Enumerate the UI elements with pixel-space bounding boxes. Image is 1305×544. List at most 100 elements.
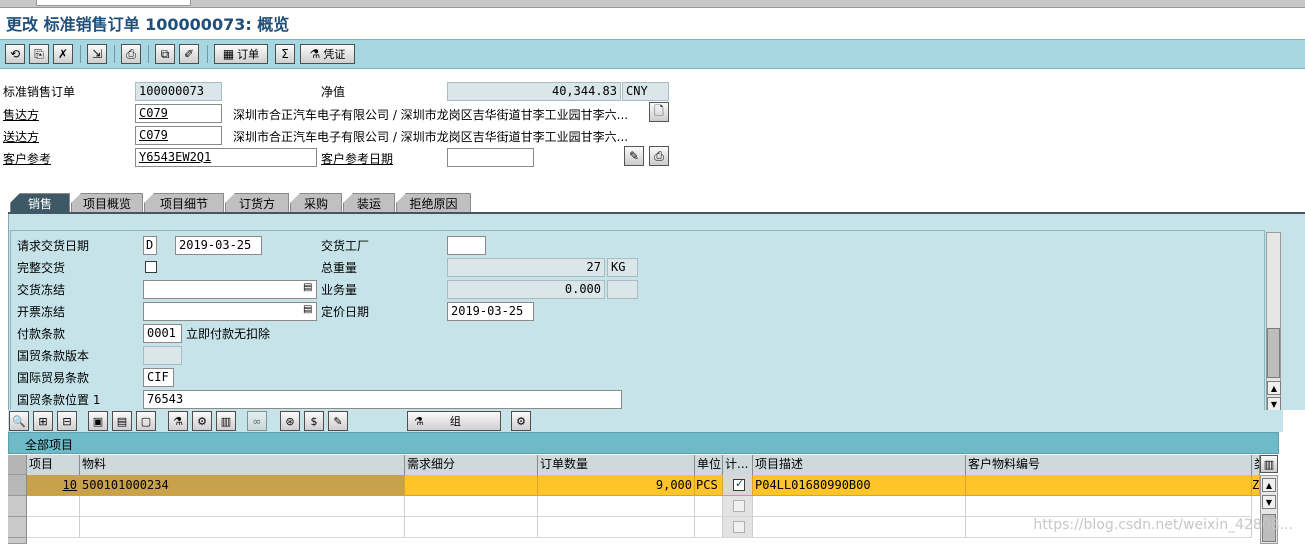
group-button[interactable]: ⚗ 组 [407, 411, 501, 431]
table-cell[interactable] [695, 517, 723, 538]
select-all-button[interactable]: ▣ [88, 411, 108, 431]
cell-req-segment[interactable] [405, 475, 538, 496]
col-header-order-qty[interactable]: 订单数量 [538, 455, 695, 475]
customer-ref-edit-button[interactable]: ✎ [624, 146, 644, 166]
table-cell[interactable] [753, 517, 966, 538]
tab-item-detail[interactable]: 项目细节 [144, 193, 224, 213]
pricing-button[interactable]: ⊛ [280, 411, 300, 431]
table-cell[interactable] [753, 496, 966, 517]
display-change-toggle-button[interactable]: ⟲ [5, 44, 25, 64]
incoterms-label: 国际贸易条款 [17, 371, 90, 385]
sum-button[interactable]: Σ [275, 44, 295, 64]
delivery-block-dropdown[interactable] [143, 280, 317, 299]
item-text-button[interactable]: ✎ [328, 411, 348, 431]
cell-customer-material[interactable] [966, 475, 1252, 496]
tab-reason-rejection[interactable]: 拒绝原因 [396, 193, 471, 213]
change-button[interactable]: ✐ [179, 44, 199, 64]
table-scroll-up-button[interactable]: ▲ [1262, 478, 1276, 492]
col-header-category[interactable]: 类 [1252, 455, 1260, 475]
item-detail-button[interactable]: 🔍 [9, 411, 29, 431]
panel-scroll-up-button[interactable]: ▲ [1267, 381, 1281, 395]
incoterms-location-field[interactable]: 76543 [143, 390, 622, 409]
table-cell[interactable] [538, 517, 695, 538]
col-header-material[interactable]: 物料 [80, 455, 405, 475]
table-vertical-scrollbar[interactable]: ▲ ▼ [1260, 475, 1278, 544]
calc-checkbox[interactable] [733, 477, 745, 491]
sold-to-field[interactable]: C079 [135, 104, 222, 123]
customer-ref-print-button[interactable]: ⎙ [649, 146, 669, 166]
cell-order-qty[interactable]: 9,000 [538, 475, 695, 496]
tab-shipping[interactable]: 装运 [343, 193, 395, 213]
doc-flow-button[interactable]: ⇲ [87, 44, 107, 64]
order-button[interactable]: ▦ 订单 [214, 44, 268, 64]
table-cell[interactable] [27, 496, 80, 517]
tab-sales[interactable]: 销售 [10, 193, 70, 213]
table-settings-button[interactable]: ⚙ [511, 411, 531, 431]
billing-block-dropdown[interactable] [143, 302, 317, 321]
sold-to-detail-button[interactable]: 🗋 [649, 102, 669, 122]
sign-button[interactable]: ✗ [53, 44, 73, 64]
configuration-button[interactable]: ⚙ [192, 411, 212, 431]
req-date-type-field[interactable]: D [143, 236, 157, 255]
table-cell[interactable] [405, 496, 538, 517]
select-all-rows-cell[interactable] [8, 455, 27, 475]
tab-procurement[interactable]: 采购 [290, 193, 342, 213]
table-cell[interactable] [27, 517, 80, 538]
delivery-plant-field[interactable] [447, 236, 486, 255]
table-cell[interactable] [405, 517, 538, 538]
col-header-item[interactable]: 项目 [27, 455, 80, 475]
column-config-button[interactable]: ▥ [1260, 455, 1278, 473]
panel-scroll-down-button[interactable]: ▼ [1267, 397, 1281, 411]
row-selector[interactable] [8, 496, 27, 517]
tab-ordering-party[interactable]: 订货方 [225, 193, 289, 213]
col-header-unit[interactable]: 单位 [695, 455, 723, 475]
credit-button-label: 凭证 [323, 48, 346, 61]
copy-button[interactable]: ⧉ [155, 44, 175, 64]
pricing-date-field[interactable]: 2019-03-25 [447, 302, 534, 321]
cell-category[interactable]: Z [1252, 475, 1260, 496]
col-header-calc[interactable]: 计... [723, 455, 753, 475]
incoterms-field[interactable]: CIF [143, 368, 174, 387]
delete-row-button[interactable]: ⊟ [57, 411, 77, 431]
cell-material[interactable]: 500101000234 [80, 475, 405, 496]
deselect-all-button[interactable]: ▢ [136, 411, 156, 431]
col-header-customer-material[interactable]: 客户物料编号 [966, 455, 1252, 475]
panel-vertical-scrollbar[interactable]: ▲ ▼ [1266, 232, 1281, 412]
panel-scroll-thumb[interactable] [1267, 328, 1280, 378]
table-cell[interactable] [538, 496, 695, 517]
complete-delivery-checkbox[interactable] [145, 261, 157, 273]
req-delivery-date-field[interactable]: 2019-03-25 [175, 236, 262, 255]
customer-ref-date-field[interactable] [447, 148, 534, 167]
edit-icon: ✎ [333, 414, 343, 428]
table-cell[interactable] [695, 496, 723, 517]
toolbar-separator [148, 45, 149, 63]
tab-item-overview[interactable]: 项目概览 [71, 193, 143, 213]
credit-button[interactable]: ⚗ 凭证 [300, 44, 355, 64]
table-cell[interactable] [80, 517, 405, 538]
table-cell[interactable] [966, 496, 1252, 517]
schedule-lines-button[interactable]: ▥ [216, 411, 236, 431]
row-selector[interactable] [8, 475, 27, 496]
cell-item[interactable]: 10 [27, 475, 80, 496]
table-cell[interactable] [80, 496, 405, 517]
cell-item-desc[interactable]: P04LL01680990B00 [753, 475, 966, 496]
insert-row-icon: ⊞ [38, 414, 48, 428]
other-document-button[interactable]: ⎘ [29, 44, 49, 64]
volume-unit-field [607, 280, 638, 299]
customer-ref-field[interactable]: Y6543EW2Q1 [135, 148, 317, 167]
availability-button[interactable]: $ [304, 411, 324, 431]
payment-terms-field[interactable]: 0001 [143, 324, 182, 343]
output-button[interactable]: ⎙ [121, 44, 141, 64]
col-header-req-segment[interactable]: 需求细分 [405, 455, 538, 475]
hierarchy-button[interactable]: ⚗ [168, 411, 188, 431]
row-selector[interactable] [8, 517, 27, 538]
session-tab[interactable] [36, 0, 191, 6]
table-scroll-down-button[interactable]: ▼ [1262, 495, 1276, 509]
items-table-titlebar [8, 432, 1279, 454]
ship-to-field[interactable]: C079 [135, 126, 222, 145]
cell-unit[interactable]: PCS [695, 475, 723, 496]
select-block-button[interactable]: ▤ [112, 411, 132, 431]
insert-row-button[interactable]: ⊞ [33, 411, 53, 431]
col-header-item-desc[interactable]: 项目描述 [753, 455, 966, 475]
row-selector[interactable] [8, 538, 27, 544]
